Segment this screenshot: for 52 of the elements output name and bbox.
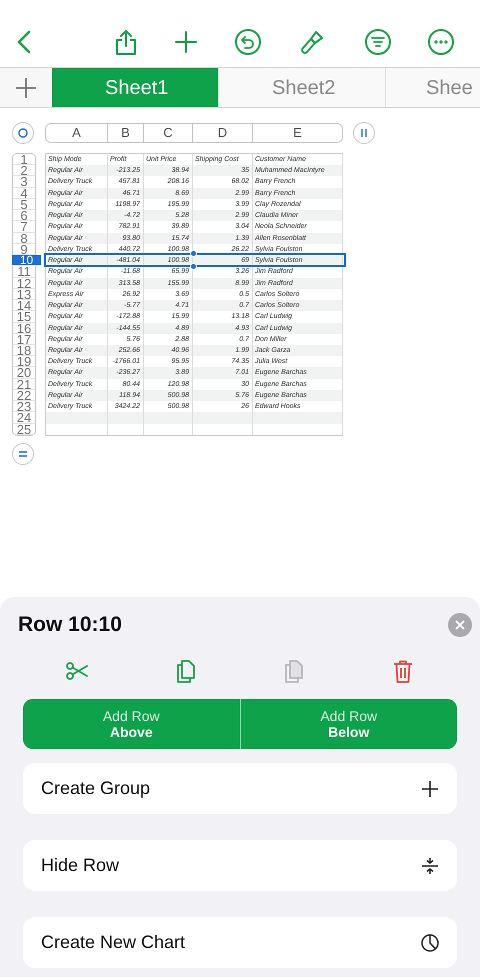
pie-chart-icon xyxy=(421,934,439,952)
row-header[interactable]: 24 xyxy=(13,412,35,424)
row-header[interactable]: 8 xyxy=(13,232,35,244)
row-header[interactable]: 22 xyxy=(13,390,35,402)
column-header[interactable]: D xyxy=(192,123,253,143)
select-all-button[interactable] xyxy=(12,122,34,144)
add-row-button[interactable]: Add Row Below xyxy=(240,699,457,749)
column-handle[interactable] xyxy=(353,122,375,144)
formula-button[interactable] xyxy=(12,443,34,465)
row-header[interactable]: 7 xyxy=(13,221,35,233)
row-header[interactable]: 11 xyxy=(13,266,35,278)
column-header[interactable]: C xyxy=(143,123,193,143)
row-header[interactable]: 2 xyxy=(13,165,35,176)
row-header[interactable]: 14 xyxy=(13,300,35,312)
sheet-tab[interactable]: Sheet1 xyxy=(52,68,219,107)
row-header[interactable]: 21 xyxy=(13,378,35,390)
undo-icon[interactable] xyxy=(234,28,262,56)
close-button[interactable] xyxy=(448,613,472,637)
column-header[interactable]: E xyxy=(252,123,343,143)
row-header[interactable]: 1 xyxy=(13,154,35,166)
row-header[interactable]: 18 xyxy=(13,344,35,356)
row-header[interactable]: 20 xyxy=(13,367,35,379)
row-header[interactable]: 17 xyxy=(13,334,35,345)
more-icon[interactable] xyxy=(427,28,455,56)
equals-icon xyxy=(18,450,28,458)
row-header[interactable]: 25 xyxy=(13,424,35,435)
column-header[interactable]: B xyxy=(107,123,144,143)
circle-icon xyxy=(18,128,28,138)
pause-icon xyxy=(360,128,368,138)
filter-icon[interactable] xyxy=(364,28,392,56)
add-sheet-icon[interactable] xyxy=(15,76,37,98)
row-header[interactable]: 6 xyxy=(13,210,35,222)
column-header[interactable]: A xyxy=(45,123,108,143)
menu-item[interactable]: Hide Row xyxy=(23,840,457,891)
row-header[interactable]: 10 xyxy=(12,255,41,266)
paintbrush-icon[interactable] xyxy=(298,28,326,56)
row-header[interactable]: 23 xyxy=(13,401,35,412)
row-header[interactable]: 19 xyxy=(13,356,35,368)
row-header[interactable]: 3 xyxy=(13,176,35,188)
row-header[interactable]: 4 xyxy=(13,188,35,199)
close-icon xyxy=(455,620,465,630)
collapse-icon xyxy=(421,856,439,874)
menu-item[interactable]: Create New Chart xyxy=(23,917,457,968)
row-header[interactable]: 5 xyxy=(13,198,35,210)
row-header[interactable]: 16 xyxy=(13,322,35,334)
add-icon[interactable] xyxy=(172,28,200,56)
row-header[interactable]: 12 xyxy=(13,278,35,289)
row-header[interactable]: 15 xyxy=(13,311,35,323)
panel-title: Row 10:10 xyxy=(18,612,122,638)
row-header[interactable]: 13 xyxy=(13,288,35,300)
menu-item[interactable]: Create Group xyxy=(23,763,457,814)
add-icon xyxy=(421,780,439,798)
